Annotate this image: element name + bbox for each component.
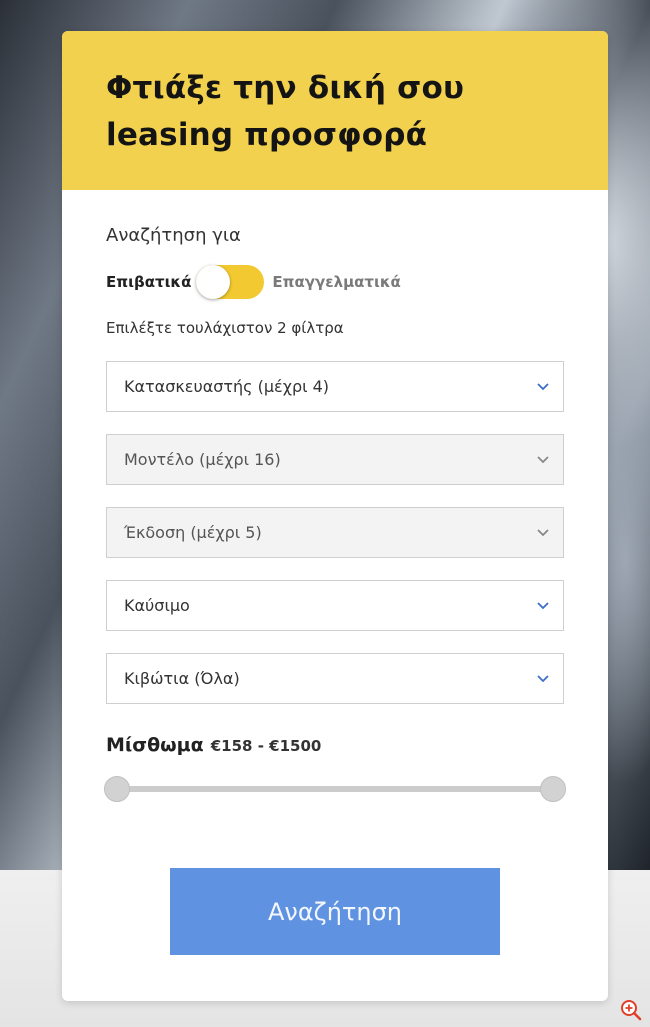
rent-range: €158 - €1500 bbox=[210, 737, 322, 755]
leasing-offer-card: Φτιάξε την δική σου leasing προσφορά Ανα… bbox=[62, 31, 608, 1001]
chevron-down-icon bbox=[537, 456, 549, 464]
toggle-label-commercial[interactable]: Επαγγελματικά bbox=[272, 273, 400, 291]
chevron-down-icon bbox=[537, 602, 549, 610]
search-for-label: Αναζήτηση για bbox=[106, 225, 241, 246]
rent-range-slider[interactable] bbox=[104, 774, 566, 804]
chevron-down-icon bbox=[537, 383, 549, 391]
filters-hint: Επιλέξτε τουλάχιστον 2 φίλτρα bbox=[106, 319, 344, 337]
vehicle-type-switch[interactable] bbox=[196, 265, 265, 299]
select-gearbox[interactable]: Κιβώτια (Όλα) bbox=[106, 653, 564, 704]
vehicle-type-toggle-row: Επιβατικά Επαγγελματικά bbox=[106, 264, 564, 300]
select-fuel-label: Καύσιμο bbox=[124, 596, 190, 615]
card-header: Φτιάξε την δική σου leasing προσφορά bbox=[62, 31, 608, 190]
toggle-label-passenger[interactable]: Επιβατικά bbox=[106, 273, 191, 291]
slider-track[interactable] bbox=[116, 786, 554, 792]
zoom-in-icon[interactable] bbox=[620, 999, 642, 1021]
search-button[interactable]: Αναζήτηση bbox=[170, 868, 500, 955]
select-model[interactable]: Μοντέλο (μέχρι 16) bbox=[106, 434, 564, 485]
slider-min-handle[interactable] bbox=[104, 776, 130, 802]
select-manufacturer-label: Κατασκευαστής (μέχρι 4) bbox=[124, 377, 330, 396]
rent-label: Μίσθωμα bbox=[106, 734, 204, 756]
select-version[interactable]: Έκδοση (μέχρι 5) bbox=[106, 507, 564, 558]
title-line-2: leasing προσφορά bbox=[106, 117, 428, 153]
select-model-label: Μοντέλο (μέχρι 16) bbox=[124, 450, 281, 469]
select-gearbox-label: Κιβώτια (Όλα) bbox=[124, 669, 240, 688]
card-title: Φτιάξε την δική σου leasing προσφορά bbox=[106, 65, 564, 159]
select-fuel[interactable]: Καύσιμο bbox=[106, 580, 564, 631]
chevron-down-icon bbox=[537, 675, 549, 683]
slider-max-handle[interactable] bbox=[540, 776, 566, 802]
chevron-down-icon bbox=[537, 529, 549, 537]
title-line-1: Φτιάξε την δική σου bbox=[106, 70, 465, 106]
select-version-label: Έκδοση (μέχρι 5) bbox=[124, 523, 262, 542]
rent-row: Μίσθωμα €158 - €1500 bbox=[106, 734, 564, 756]
select-manufacturer[interactable]: Κατασκευαστής (μέχρι 4) bbox=[106, 361, 564, 412]
card-body: Αναζήτηση για Επιβατικά Επαγγελματικά Επ… bbox=[62, 190, 608, 804]
